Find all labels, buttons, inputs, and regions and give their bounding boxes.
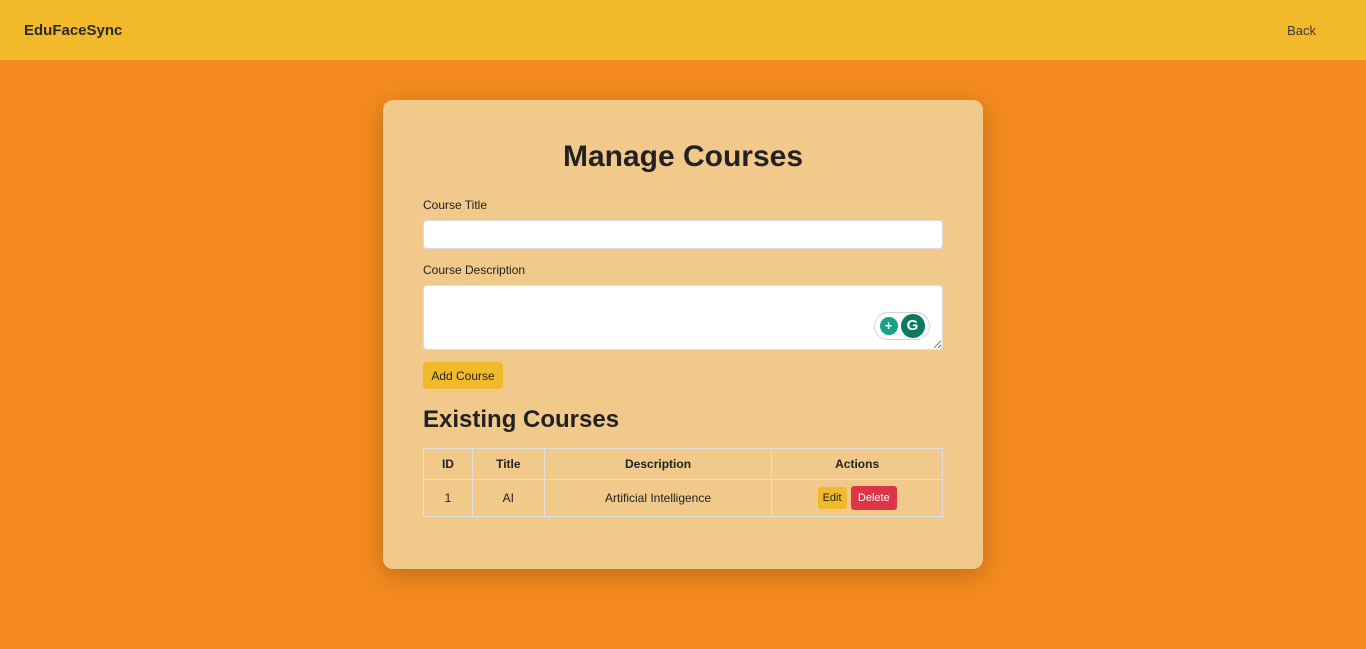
course-description-label: Course Description [423,263,526,277]
course-description-textarea[interactable] [423,285,943,350]
column-header-title: Title [471,448,545,480]
course-title-input[interactable] [423,220,943,249]
column-header-description: Description [543,448,773,480]
grammarly-widget[interactable]: + G [874,312,930,340]
edit-button[interactable]: Edit [817,487,847,509]
cell-id: 1 [423,479,473,517]
lightbulb-icon[interactable]: + [879,317,898,335]
table-header-row: ID Title Description Actions [423,448,943,480]
cell-actions: Edit Delete [771,479,943,517]
page-title: Manage Courses [562,140,804,173]
delete-button[interactable]: Delete [850,486,897,510]
column-header-id: ID [423,448,473,480]
cell-description: Artificial Intelligence [543,479,773,517]
manage-courses-card: Manage Courses Course Title Course Descr… [383,100,983,569]
existing-courses-heading: Existing Courses [423,406,620,433]
navbar: EduFaceSync Back [0,0,1366,60]
course-title-label: Course Title [423,198,488,212]
table-row: 1 AI Artificial Intelligence Edit Delete [423,479,943,517]
column-header-actions: Actions [771,448,943,480]
brand-link[interactable]: EduFaceSync [24,22,122,39]
back-link[interactable]: Back [1287,23,1316,38]
courses-table: ID Title Description Actions 1 AI Artifi… [423,448,943,517]
cell-title: AI [471,479,545,517]
add-course-button[interactable]: Add Course [423,362,503,389]
grammarly-icon[interactable]: G [900,314,925,338]
